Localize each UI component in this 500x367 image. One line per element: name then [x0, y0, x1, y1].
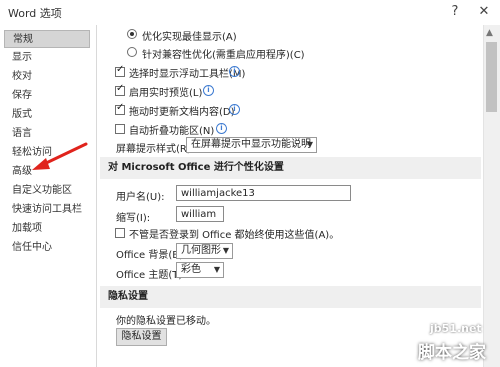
info-icon[interactable]: i — [229, 104, 240, 115]
compat-label: 针对兼容性优化(需重启应用程序)(C) — [142, 50, 305, 61]
collapse-ribbon-label: 自动折叠功能区(N) — [129, 126, 215, 137]
collapse-ribbon-checkbox[interactable] — [115, 124, 125, 134]
sidebar-item-general[interactable]: 常规 — [4, 30, 90, 48]
always-use-label: 不管是否登录到 Office 都始终使用这些值(A)。 — [129, 230, 340, 241]
username-label: 用户名(U): — [116, 192, 165, 203]
update-drag-checkbox[interactable] — [115, 102, 125, 115]
sidebar-item-trust-center[interactable]: 信任中心 — [4, 239, 90, 257]
watermark-url: jb51.net — [430, 322, 482, 335]
sidebar-item-save[interactable]: 保存 — [4, 87, 90, 105]
compat-radio[interactable] — [127, 47, 137, 57]
red-arrow-annotation — [32, 142, 88, 170]
theme-select[interactable]: 彩色 ▼ — [176, 262, 224, 278]
always-use-checkbox[interactable] — [115, 228, 125, 238]
sidebar-item-quick-access[interactable]: 快速访问工具栏 — [4, 201, 90, 219]
initials-label: 缩写(I): — [116, 213, 151, 224]
background-select[interactable]: 几何图形 ▼ — [176, 243, 233, 259]
sidebar: 常规 显示 校对 保存 版式 语言 轻松访问 高级 自定义功能区 快速访问工具栏… — [0, 25, 97, 367]
window-title: Word 选项 — [8, 7, 62, 20]
privacy-settings-button[interactable]: 隐私设置 — [116, 328, 167, 346]
personalize-section-header: 对 Microsoft Office 进行个性化设置 — [100, 157, 481, 179]
background-value: 几何图形 — [181, 245, 221, 256]
chevron-down-icon: ▼ — [306, 140, 313, 149]
screentip-select[interactable]: 在屏幕提示中显示功能说明 ▼ — [186, 137, 317, 153]
close-button[interactable]: ✕ — [474, 2, 494, 22]
privacy-moved-text: 你的隐私设置已移动。 — [116, 316, 216, 327]
initials-input[interactable]: william — [176, 206, 224, 222]
theme-value: 彩色 — [181, 264, 201, 275]
scrollbar-thumb[interactable] — [486, 42, 497, 112]
sidebar-item-layout[interactable]: 版式 — [4, 106, 90, 124]
privacy-section-header: 隐私设置 — [100, 286, 481, 308]
info-icon[interactable]: i — [203, 85, 214, 96]
sidebar-item-customize-ribbon[interactable]: 自定义功能区 — [4, 182, 90, 200]
info-icon[interactable]: i — [216, 123, 227, 134]
title-bar — [0, 0, 500, 26]
scroll-up-icon[interactable]: ▲ — [486, 28, 493, 38]
chevron-down-icon: ▼ — [213, 265, 220, 274]
update-drag-label: 拖动时更新文档内容(D) — [129, 107, 235, 118]
username-input[interactable]: williamjacke13 — [176, 185, 351, 201]
mini-toolbar-checkbox[interactable] — [115, 64, 125, 77]
screentip-value: 在屏幕提示中显示功能说明 — [191, 139, 311, 150]
info-icon[interactable]: i — [229, 66, 240, 77]
mini-toolbar-label: 选择时显示浮动工具栏(M) — [129, 69, 246, 80]
live-preview-checkbox[interactable] — [115, 83, 125, 96]
best-display-radio[interactable] — [127, 29, 137, 39]
sidebar-item-display[interactable]: 显示 — [4, 49, 90, 67]
live-preview-label: 启用实时预览(L) — [129, 88, 203, 99]
sidebar-item-addins[interactable]: 加载项 — [4, 220, 90, 238]
screentip-label: 屏幕提示样式(R): — [116, 144, 195, 155]
chevron-down-icon: ▼ — [222, 246, 229, 255]
best-display-label: 优化实现最佳显示(A) — [142, 32, 237, 43]
help-button[interactable]: ? — [445, 2, 465, 22]
sidebar-item-proofing[interactable]: 校对 — [4, 68, 90, 86]
watermark-brand: 脚本之家 — [418, 343, 486, 363]
